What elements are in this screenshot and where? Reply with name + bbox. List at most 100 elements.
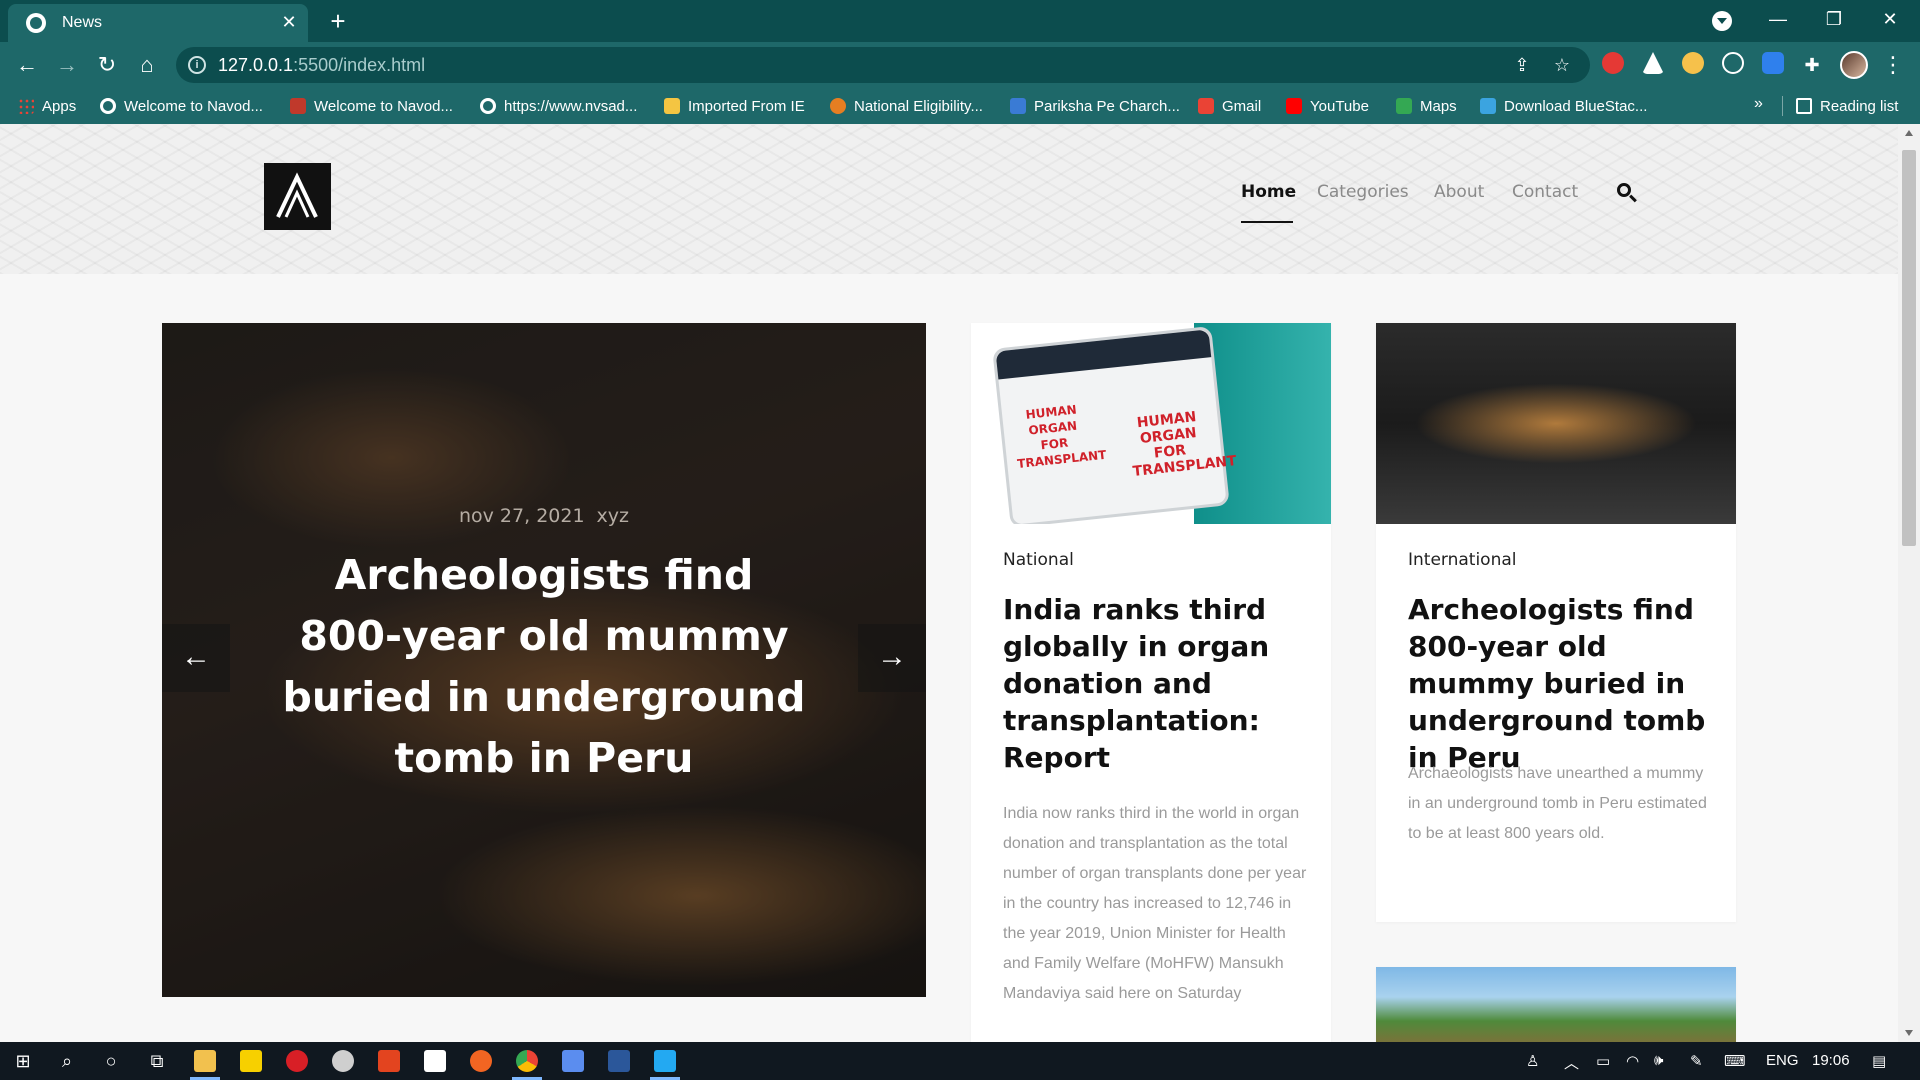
bookmark-item[interactable]: https://www.nvsad...: [480, 95, 637, 117]
hero-author: xyz: [596, 505, 630, 527]
task-view-icon[interactable]: ⧉: [142, 1046, 172, 1076]
windows-start-icon[interactable]: ⊞: [8, 1046, 38, 1076]
extension-triangle-icon[interactable]: [1642, 52, 1664, 74]
vscode-icon[interactable]: [654, 1050, 676, 1072]
search-icon[interactable]: ⌕: [52, 1046, 82, 1076]
brave-icon[interactable]: [470, 1050, 492, 1072]
search-icon[interactable]: [1616, 182, 1638, 204]
chrome-icon[interactable]: [516, 1050, 538, 1072]
bookmark-youtube[interactable]: YouTube: [1286, 95, 1369, 117]
card-category[interactable]: International: [1408, 550, 1517, 570]
bookmark-gmail[interactable]: Gmail: [1198, 95, 1261, 117]
globe-icon: [100, 98, 116, 114]
news-card[interactable]: International Archeologists find 800-yea…: [1376, 323, 1736, 922]
emblem-icon: [830, 98, 846, 114]
notification-icon[interactable]: ▤: [1872, 1052, 1886, 1070]
wifi-icon[interactable]: ◠: [1626, 1052, 1639, 1070]
extensions-puzzle-icon[interactable]: ✚: [1800, 53, 1824, 77]
reading-list-icon: [1796, 98, 1812, 114]
sticky-notes-icon[interactable]: [240, 1050, 262, 1072]
clock[interactable]: 19:06: [1812, 1052, 1850, 1069]
minimize-button[interactable]: —: [1758, 4, 1798, 34]
nav-about[interactable]: About: [1434, 182, 1484, 202]
bookmark-item[interactable]: Pariksha Pe Charch...: [1010, 95, 1180, 117]
windows-taskbar: ⊞ ⌕ ○ ⧉ ♙ ︿ ▭ ◠ 🕪 ✎ ⌨ ENG 19:06 ▤: [0, 1042, 1920, 1080]
browser-menu-icon[interactable]: ⋮: [1882, 50, 1904, 80]
hero-meta: nov 27, 2021 xyz: [162, 505, 926, 527]
word-icon[interactable]: [608, 1050, 630, 1072]
extension-yellow-icon[interactable]: [1682, 52, 1704, 74]
extension-calendar-icon[interactable]: [1762, 52, 1784, 74]
forward-button[interactable]: →: [52, 50, 82, 80]
news-card[interactable]: HUMAN ORGAN FOR TRANSPLANT HUMAN ORGAN F…: [971, 323, 1331, 1042]
office-icon[interactable]: [378, 1050, 400, 1072]
reading-list-button[interactable]: Reading list: [1796, 95, 1898, 117]
bookmark-item[interactable]: Welcome to Navod...: [290, 95, 453, 117]
restore-button[interactable]: ❐: [1814, 4, 1854, 34]
bookmark-item[interactable]: National Eligibility...: [830, 95, 983, 117]
scroll-up-arrow-icon[interactable]: [1905, 130, 1913, 136]
news-card[interactable]: [1376, 967, 1736, 1042]
card-image: [1376, 323, 1736, 524]
bookmark-item[interactable]: Download BlueStac...: [1480, 95, 1647, 117]
store-icon[interactable]: [424, 1050, 446, 1072]
cortana-icon[interactable]: ○: [96, 1046, 126, 1076]
nav-contact[interactable]: Contact: [1512, 182, 1578, 202]
new-tab-button[interactable]: +: [324, 8, 352, 36]
bluestacks-icon: [1480, 98, 1496, 114]
site-icon: [290, 98, 306, 114]
reload-button[interactable]: ↻: [92, 50, 122, 80]
card-category[interactable]: National: [1003, 550, 1074, 570]
people-icon[interactable]: ♙: [1526, 1052, 1539, 1070]
volume-icon[interactable]: 🕪: [1654, 1052, 1663, 1069]
battery-icon[interactable]: ▭: [1596, 1052, 1610, 1070]
pen-icon[interactable]: ✎: [1690, 1052, 1703, 1070]
cooler-label: HUMAN ORGAN FOR TRANSPLANT: [1016, 402, 1107, 471]
extension-red-icon[interactable]: [1602, 52, 1624, 74]
globe-icon: [480, 98, 496, 114]
slider-prev-button[interactable]: ←: [162, 624, 230, 692]
hero-title[interactable]: Archeologists find 800-year old mummy bu…: [280, 545, 808, 789]
card-excerpt: Archaeologists have unearthed a mummy in…: [1408, 765, 1707, 842]
site-info-icon[interactable]: i: [188, 56, 206, 74]
scroll-down-arrow-icon[interactable]: [1905, 1030, 1913, 1036]
app-icon[interactable]: [562, 1050, 584, 1072]
language-indicator[interactable]: ENG: [1766, 1052, 1799, 1069]
extension-cloud-icon[interactable]: [1722, 52, 1744, 74]
bookmark-maps[interactable]: Maps: [1396, 95, 1457, 117]
bookmark-folder[interactable]: Imported From IE: [664, 95, 805, 117]
browser-tab[interactable]: News ✕: [8, 4, 308, 42]
home-button[interactable]: ⌂: [132, 50, 162, 80]
tray-chevron-icon[interactable]: ︿: [1564, 1052, 1579, 1073]
hero-slider[interactable]: nov 27, 2021 xyz Archeologists find 800-y…: [162, 323, 926, 997]
bookmarks-overflow-button[interactable]: »: [1754, 95, 1763, 113]
gmail-icon: [1198, 98, 1214, 114]
bookmark-item[interactable]: Welcome to Navod...: [100, 95, 263, 117]
slider-next-button[interactable]: →: [858, 624, 926, 692]
share-icon[interactable]: ⇪: [1510, 53, 1534, 77]
card-title[interactable]: Archeologists find 800-year old mummy bu…: [1408, 591, 1718, 776]
site-logo[interactable]: [264, 163, 331, 230]
keyboard-icon[interactable]: ⌨: [1724, 1052, 1746, 1070]
scroll-thumb[interactable]: [1902, 150, 1916, 546]
tab-close-icon[interactable]: ✕: [278, 11, 300, 33]
nav-home[interactable]: Home: [1241, 182, 1296, 202]
back-button[interactable]: ←: [12, 50, 42, 80]
tab-search-icon[interactable]: [1712, 11, 1732, 31]
card-title[interactable]: India ranks third globally in organ dona…: [1003, 591, 1303, 776]
page-scrollbar[interactable]: [1898, 124, 1920, 1042]
bookmark-star-icon[interactable]: ☆: [1550, 53, 1574, 77]
bookmark-apps[interactable]: Apps: [18, 95, 76, 117]
opera-icon[interactable]: [286, 1050, 308, 1072]
card-image: HUMAN ORGAN FOR TRANSPLANT HUMAN ORGAN F…: [971, 323, 1331, 524]
app-icon[interactable]: [332, 1050, 354, 1072]
web-page: Home Categories About Contact nov 27, 20…: [0, 124, 1898, 1042]
folder-icon: [664, 98, 680, 114]
nav-categories[interactable]: Categories: [1317, 182, 1409, 202]
address-bar[interactable]: i 127.0.0.1:5500/index.html ⇪ ☆: [176, 47, 1590, 83]
profile-avatar[interactable]: [1840, 51, 1868, 79]
close-window-button[interactable]: ✕: [1870, 4, 1910, 34]
organ-cooler-image: HUMAN ORGAN FOR TRANSPLANT HUMAN ORGAN F…: [992, 325, 1237, 524]
browser-tabstrip: News ✕ + — ❐ ✕: [0, 0, 1920, 42]
file-explorer-icon[interactable]: [194, 1050, 216, 1072]
